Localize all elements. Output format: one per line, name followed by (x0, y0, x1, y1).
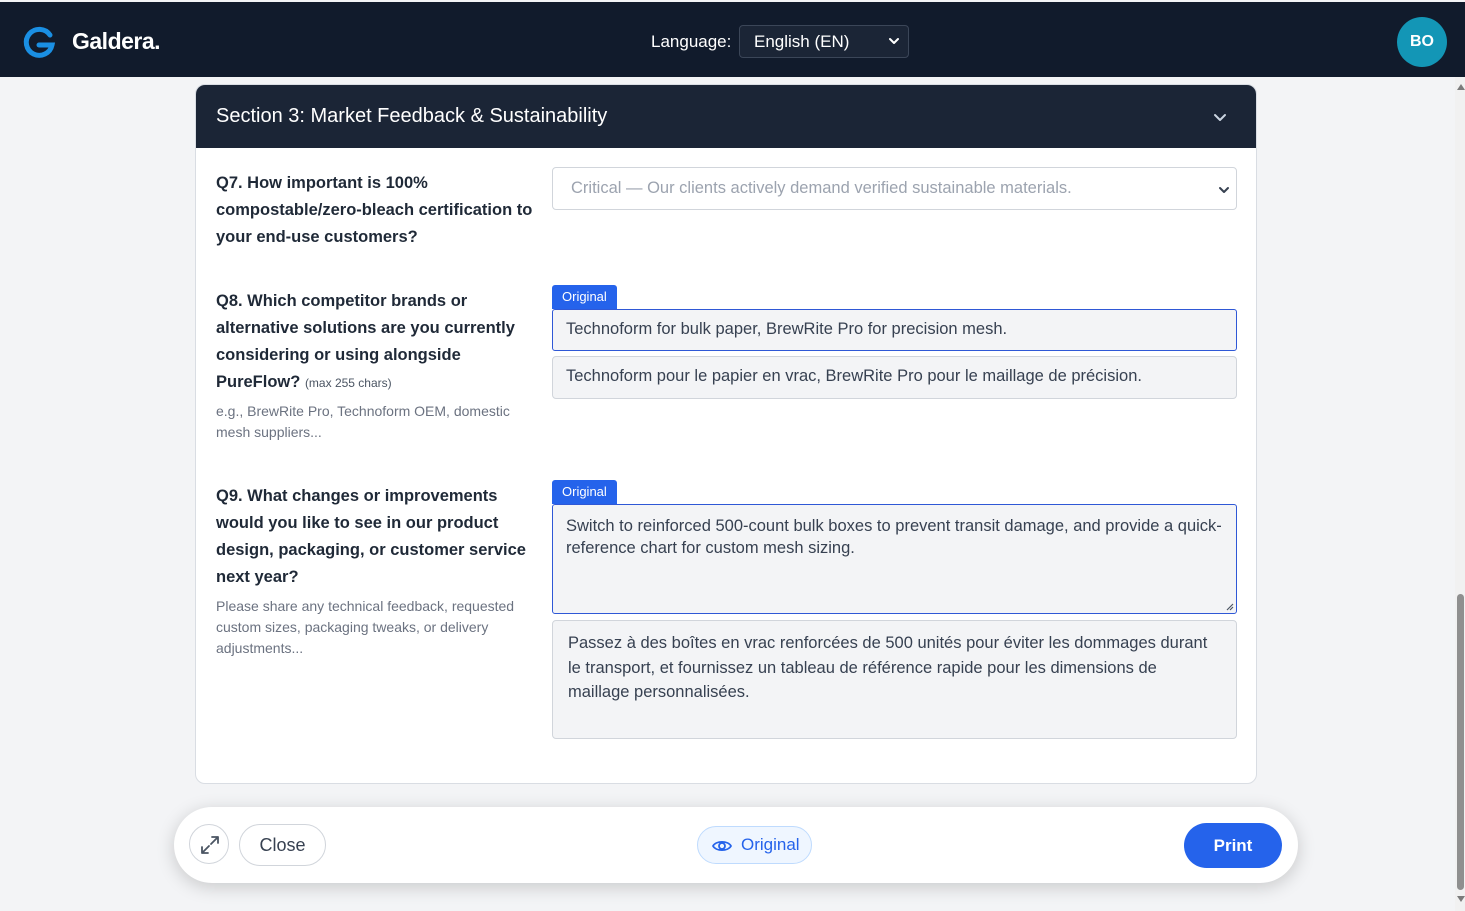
top-navbar: Galdera. Language: English (EN) BO (0, 2, 1465, 77)
resize-handle-icon[interactable] (1224, 601, 1234, 611)
galdera-logo-icon[interactable] (22, 26, 56, 60)
chevron-down-icon (889, 38, 899, 44)
language-label: Language: (651, 32, 732, 51)
user-avatar[interactable]: BO (1397, 17, 1447, 67)
q8-translation-box: Technoform pour le papier en vrac, BrewR… (552, 356, 1237, 399)
section-title: Section 3: Market Feedback & Sustainabil… (216, 105, 608, 127)
q8-translation-text: Technoform pour le papier en vrac, BrewR… (566, 367, 1142, 385)
q9-translation-box: Passez à des boîtes en vrac renforcées d… (552, 620, 1237, 739)
expand-icon (201, 836, 219, 854)
close-button[interactable]: Close (239, 824, 326, 866)
eye-icon (712, 840, 732, 852)
section-card: Section 3: Market Feedback & Sustainabil… (195, 84, 1257, 784)
language-select[interactable]: English (EN) (739, 25, 909, 58)
q8-original-input[interactable]: Technoform for bulk paper, BrewRite Pro … (552, 309, 1237, 351)
scrollbar-thumb[interactable] (1457, 594, 1464, 890)
q8-original-value: Technoform for bulk paper, BrewRite Pro … (566, 320, 1008, 338)
q9-help-text: Please share any technical feedback, req… (216, 598, 515, 656)
q9-label: Q9. What changes or improvements would y… (216, 487, 526, 586)
section-header[interactable]: Section 3: Market Feedback & Sustainabil… (196, 85, 1256, 148)
q9-translation-text: Passez à des boîtes en vrac renforcées d… (568, 634, 1208, 701)
scroll-down-arrow-icon[interactable] (1457, 896, 1465, 902)
collapse-chevron-icon[interactable] (1211, 108, 1229, 126)
original-toggle-label: Original (741, 835, 800, 854)
q7-label: Q7. How important is 100% compostable/ze… (216, 174, 533, 246)
q8-char-hint: (max 255 chars) (304, 376, 392, 390)
q8-help-text: e.g., BrewRite Pro, Technoform OEM, dome… (216, 403, 510, 440)
language-select-value: English (EN) (754, 32, 850, 51)
q7-select[interactable]: Critical — Our clients actively demand v… (552, 167, 1237, 210)
q9-original-textarea[interactable]: Switch to reinforced 500-count bulk boxe… (552, 504, 1237, 614)
bottom-action-bar: Close Original Print (174, 807, 1298, 883)
q9-original-value: Switch to reinforced 500-count bulk boxe… (566, 517, 1222, 557)
q8-original-tag: Original (552, 285, 617, 309)
print-button[interactable]: Print (1184, 823, 1282, 868)
expand-button[interactable] (189, 824, 229, 864)
q8-label: Q8. Which competitor brands or alternati… (216, 288, 536, 397)
q9-original-tag: Original (552, 480, 617, 504)
scroll-up-arrow-icon[interactable] (1457, 84, 1465, 90)
chevron-down-icon (1219, 187, 1229, 193)
q7-select-value: Critical — Our clients actively demand v… (571, 179, 1072, 197)
original-toggle-button[interactable]: Original (697, 826, 812, 864)
brand-name[interactable]: Galdera. (72, 28, 161, 55)
